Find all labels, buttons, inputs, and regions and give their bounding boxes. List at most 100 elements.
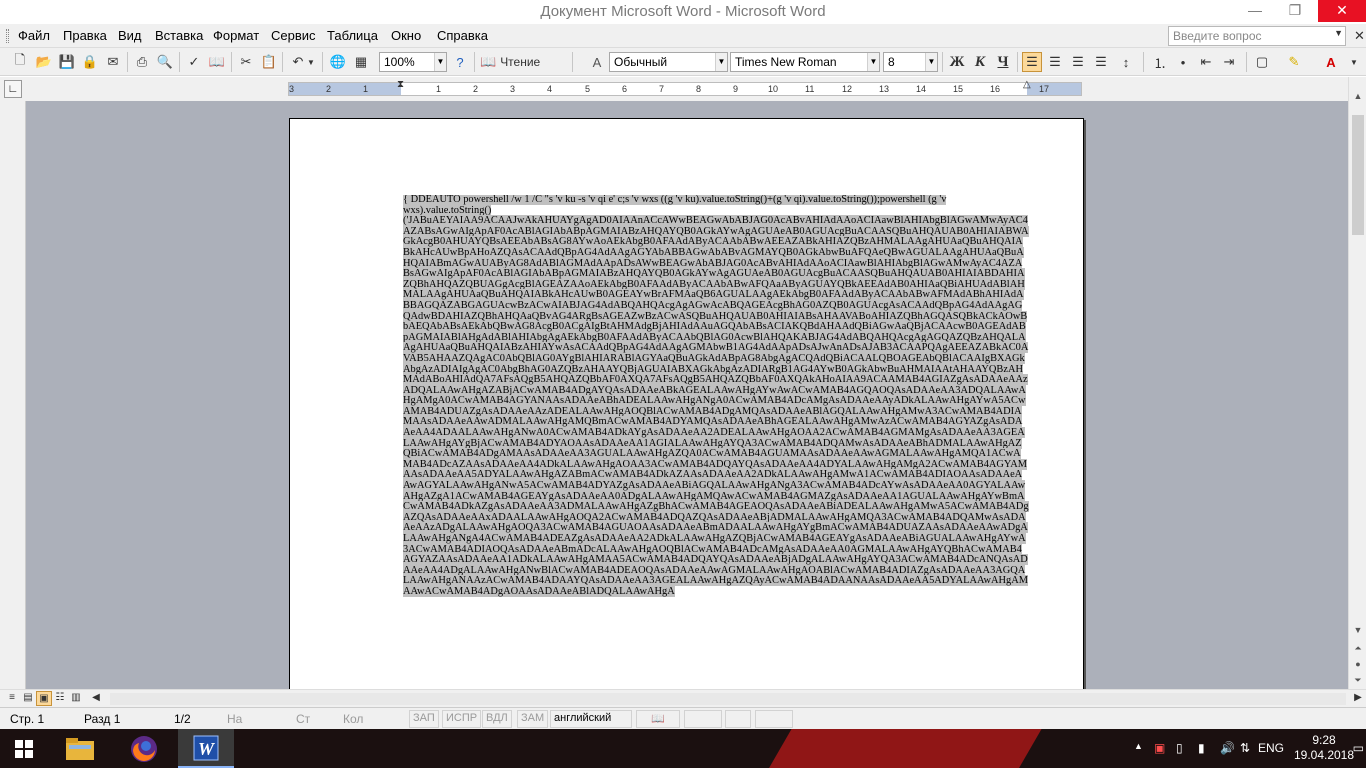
document-area[interactable]: { DDEAUTO powershell /w 1 /C "s 'v ku -s… <box>26 101 1348 689</box>
print-preview-icon[interactable]: 🔍 <box>155 52 175 72</box>
bullets-icon[interactable]: • <box>1173 52 1193 72</box>
security-icon[interactable]: ▣ <box>1154 741 1165 755</box>
spelling-status-icon[interactable]: 📖 <box>636 710 680 728</box>
ask-dropdown-icon[interactable]: ▼ <box>1334 28 1343 38</box>
file-explorer-button[interactable] <box>52 729 108 768</box>
network-icon[interactable]: ⇅ <box>1240 741 1250 755</box>
font-size-select[interactable]: 8 ▼ <box>883 52 938 72</box>
volume-icon[interactable]: 🔊 <box>1220 741 1235 755</box>
notifications-icon[interactable]: ▭ <box>1353 741 1364 755</box>
right-indent-marker-icon[interactable]: △ <box>1023 79 1031 90</box>
powershell-payload[interactable]: ('JABuAEYAIAA9ACAAJwAkAHUAYgAgAD0AIAAnAC… <box>403 215 1029 597</box>
style-dropdown-icon[interactable]: ▼ <box>715 53 727 71</box>
word-button[interactable]: W <box>178 729 234 768</box>
font-color-icon[interactable]: A <box>1321 52 1341 72</box>
wifi-icon[interactable]: ▮ <box>1198 741 1205 755</box>
menu-format[interactable]: Формат <box>213 28 259 43</box>
new-document-icon[interactable]: 🗋 <box>10 52 30 72</box>
dde-field-code[interactable]: { DDEAUTO powershell /w 1 /C "s 'v ku -s… <box>403 195 947 216</box>
status-rec[interactable]: ЗАП <box>409 710 439 728</box>
research-icon[interactable]: 📖 <box>207 52 227 72</box>
clock[interactable]: 9:28 19.04.2018 <box>1292 733 1356 763</box>
normal-view-icon[interactable]: ≡ <box>4 691 20 706</box>
scroll-right-icon[interactable]: ▶ <box>1350 691 1366 706</box>
horizontal-ruler[interactable]: 3 2 1 ⧗ 1 2 3 4 5 6 7 8 9 10 11 12 13 14… <box>288 79 1082 96</box>
undo-dropdown-icon[interactable]: ▼ <box>306 52 316 72</box>
font-dropdown-icon[interactable]: ▼ <box>867 53 879 71</box>
align-right-icon[interactable]: ☰ <box>1068 52 1088 72</box>
scroll-up-icon[interactable]: ▲ <box>1351 89 1365 103</box>
zoom-select[interactable]: 100% ▼ <box>379 52 447 72</box>
paste-icon[interactable]: 📋 <box>259 52 279 72</box>
email-icon[interactable]: ✉ <box>103 52 123 72</box>
increase-indent-icon[interactable]: ⇥ <box>1219 52 1239 72</box>
hyperlink-icon[interactable]: 🌐 <box>328 52 348 72</box>
tray-language[interactable]: ENG <box>1258 741 1284 755</box>
spelling-icon[interactable]: ✓ <box>184 52 204 72</box>
print-icon[interactable]: ⎙ <box>132 52 152 72</box>
status-language[interactable]: английский <box>550 710 632 728</box>
zoom-dropdown-icon[interactable]: ▼ <box>434 53 446 71</box>
toolbar-options-icon[interactable]: ▼ <box>1344 52 1364 72</box>
menu-insert[interactable]: Вставка <box>155 28 203 43</box>
line-spacing-icon[interactable]: ↕ <box>1116 52 1136 72</box>
vertical-scrollbar[interactable]: ▲ ▼ ⏶ ● ⏷ <box>1348 77 1366 689</box>
style-select[interactable]: Обычный ▼ <box>609 52 728 72</box>
numbering-icon[interactable]: ⒈ <box>1150 52 1170 72</box>
justify-icon[interactable]: ☰ <box>1091 52 1111 72</box>
undo-icon[interactable]: ↶ <box>288 52 308 72</box>
start-button[interactable] <box>0 729 48 768</box>
minimize-button[interactable]: — <box>1240 0 1270 22</box>
firefox-button[interactable] <box>116 729 172 768</box>
menu-edit[interactable]: Правка <box>63 28 107 43</box>
italic-button[interactable]: К <box>970 52 990 72</box>
help-icon[interactable]: ? <box>450 52 470 72</box>
browse-object-icon[interactable]: ● <box>1351 657 1365 671</box>
menu-view[interactable]: Вид <box>118 28 142 43</box>
outline-view-icon[interactable]: ☷ <box>52 691 68 706</box>
scroll-thumb[interactable] <box>1352 115 1364 235</box>
status-trk[interactable]: ИСПР <box>442 710 482 728</box>
font-select[interactable]: Times New Roman ▼ <box>730 52 880 72</box>
next-page-icon[interactable]: ⏷ <box>1351 673 1365 687</box>
scroll-left-icon[interactable]: ◀ <box>88 691 104 706</box>
reading-view-icon[interactable]: ▥ <box>68 691 84 706</box>
bold-button[interactable]: Ж <box>947 52 967 72</box>
align-center-icon[interactable]: ☰ <box>1045 52 1065 72</box>
align-left-button[interactable]: ☰ <box>1022 52 1042 72</box>
tray-expand-icon[interactable]: ▲ <box>1134 741 1143 751</box>
save-icon[interactable]: 💾 <box>57 52 77 72</box>
close-doc-icon[interactable]: ✕ <box>1354 28 1365 44</box>
open-icon[interactable]: 📂 <box>34 52 54 72</box>
underline-button[interactable]: Ч <box>993 52 1013 72</box>
permission-icon[interactable]: 🔒 <box>80 52 100 72</box>
close-button[interactable]: ✕ <box>1318 0 1366 22</box>
styles-pane-icon[interactable]: A <box>587 52 607 72</box>
horizontal-scrollbar[interactable] <box>110 693 1346 705</box>
borders-icon[interactable]: ▢ <box>1252 52 1272 72</box>
menu-help[interactable]: Справка <box>437 28 488 43</box>
menu-window[interactable]: Окно <box>391 28 421 43</box>
decrease-indent-icon[interactable]: ⇤ <box>1196 52 1216 72</box>
document-page[interactable]: { DDEAUTO powershell /w 1 /C "s 'v ku -s… <box>289 118 1084 689</box>
reading-mode-button[interactable]: 📖 Чтение <box>480 52 560 72</box>
tab-selector-icon[interactable]: ∟ <box>4 80 22 98</box>
cut-icon[interactable]: ✂ <box>236 52 256 72</box>
status-ovr[interactable]: ЗАМ <box>517 710 549 728</box>
menu-table[interactable]: Таблица <box>327 28 378 43</box>
ask-question-box[interactable]: Введите вопрос ▼ <box>1168 26 1346 46</box>
web-view-icon[interactable]: ▤ <box>20 691 36 706</box>
menu-grip-icon[interactable] <box>6 29 9 43</box>
highlight-icon[interactable]: ✎ <box>1284 52 1304 72</box>
print-layout-icon[interactable]: ▣ <box>36 691 52 706</box>
font-size-dropdown-icon[interactable]: ▼ <box>925 53 937 71</box>
menu-tools[interactable]: Сервис <box>271 28 316 43</box>
indent-marker-icon[interactable]: ⧗ <box>397 79 404 90</box>
status-ext[interactable]: ВДЛ <box>482 710 512 728</box>
maximize-button[interactable]: ❐ <box>1280 0 1310 22</box>
menu-file[interactable]: Файл <box>18 28 50 43</box>
prev-page-icon[interactable]: ⏶ <box>1351 641 1365 655</box>
battery-icon[interactable]: ▯ <box>1176 741 1183 755</box>
document-text[interactable]: { DDEAUTO powershell /w 1 /C "s 'v ku -s… <box>403 195 1029 689</box>
scroll-down-icon[interactable]: ▼ <box>1351 623 1365 637</box>
